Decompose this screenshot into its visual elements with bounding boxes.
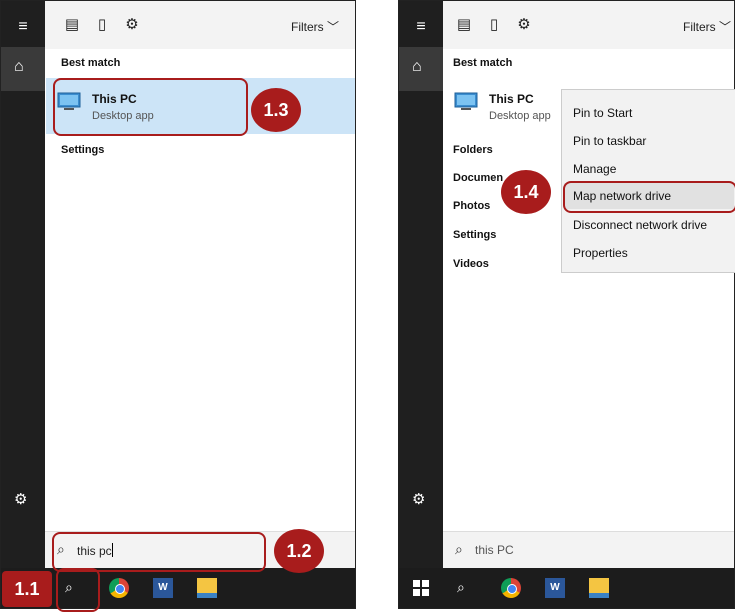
best-match-heading: Best match — [453, 57, 513, 69]
this-pc-result[interactable]: This PC Desktop app — [443, 78, 563, 134]
home-icon: ⌂ — [412, 58, 422, 75]
start-sidebar: ≡ ⌂ ⚙ — [1, 1, 45, 568]
apps-view-icon[interactable]: ▤ — [63, 16, 81, 34]
word-icon[interactable]: W — [153, 578, 173, 598]
file-explorer-icon[interactable] — [589, 578, 609, 598]
callout-1-3: 1.3 — [251, 88, 301, 132]
best-match-heading: Best match — [61, 57, 121, 69]
callout-1-1: 1.1 — [2, 571, 52, 607]
menu-item-disconnect-network-drive[interactable]: Disconnect network drive — [573, 218, 707, 232]
filters-button[interactable]: Filters ﹀ — [291, 18, 339, 35]
settings-heading: Settings — [61, 144, 105, 156]
file-explorer-icon[interactable] — [197, 578, 217, 598]
search-input[interactable]: ⌕ this PC — [443, 531, 734, 568]
chrome-icon[interactable] — [109, 578, 129, 598]
taskbar-search-icon[interactable]: ⌕ — [457, 579, 465, 596]
settings-filter-icon[interactable]: ⚙ — [123, 16, 141, 34]
menu-item-pin-to-start[interactable]: Pin to Start — [573, 106, 632, 120]
home-button[interactable]: ⌂ — [399, 47, 443, 91]
callout-1-2: 1.2 — [274, 529, 324, 573]
menu-item-manage[interactable]: Manage — [573, 162, 616, 176]
filters-label: Filters — [291, 20, 324, 34]
settings-filter-icon[interactable]: ⚙ — [515, 16, 533, 34]
chevron-down-icon: ﹀ — [719, 20, 732, 34]
chevron-down-icon: ﹀ — [327, 20, 340, 34]
computer-icon — [454, 92, 478, 110]
search-icon: ⌕ — [455, 541, 463, 557]
callout-frame-search — [52, 532, 266, 572]
menu-item-properties[interactable]: Properties — [573, 246, 628, 260]
search-toolbar: ▤ ▯ ⚙ Filters ﹀ — [399, 1, 734, 49]
category-folders[interactable]: Folders — [453, 144, 493, 156]
category-photos[interactable]: Photos — [453, 200, 490, 212]
word-icon[interactable]: W — [545, 578, 565, 598]
home-icon: ⌂ — [14, 58, 24, 75]
result-subtitle: Desktop app — [489, 110, 551, 122]
category-documents[interactable]: Documen — [453, 172, 503, 184]
home-button[interactable]: ⌂ — [1, 47, 45, 91]
callout-1-4: 1.4 — [501, 170, 551, 214]
taskbar: ⌕ W — [1, 568, 355, 608]
gear-icon[interactable]: ⚙ — [14, 490, 27, 508]
search-query: this PC — [475, 543, 514, 557]
result-title: This PC — [489, 92, 534, 106]
document-icon[interactable]: ▯ — [93, 16, 111, 34]
filters-label: Filters — [683, 20, 716, 34]
document-icon[interactable]: ▯ — [485, 16, 503, 34]
chrome-icon[interactable] — [501, 578, 521, 598]
callout-frame-taskbar-search — [56, 568, 100, 612]
hamburger-icon[interactable]: ≡ — [412, 18, 430, 36]
hamburger-icon[interactable]: ≡ — [14, 18, 32, 36]
category-videos[interactable]: Videos — [453, 258, 489, 270]
start-sidebar: ≡ ⌂ ⚙ — [399, 1, 443, 568]
windows-logo-icon[interactable] — [413, 580, 429, 596]
taskbar: ⌕ W — [399, 568, 734, 608]
search-toolbar: ▤ ▯ ⚙ Filters ﹀ — [1, 1, 355, 49]
gear-icon[interactable]: ⚙ — [412, 490, 425, 508]
category-settings[interactable]: Settings — [453, 229, 496, 241]
filters-button[interactable]: Filters ﹀ — [683, 18, 731, 35]
menu-item-pin-to-taskbar[interactable]: Pin to taskbar — [573, 134, 646, 148]
callout-frame-result — [53, 78, 248, 136]
callout-frame-map-drive — [563, 181, 735, 213]
apps-view-icon[interactable]: ▤ — [455, 16, 473, 34]
